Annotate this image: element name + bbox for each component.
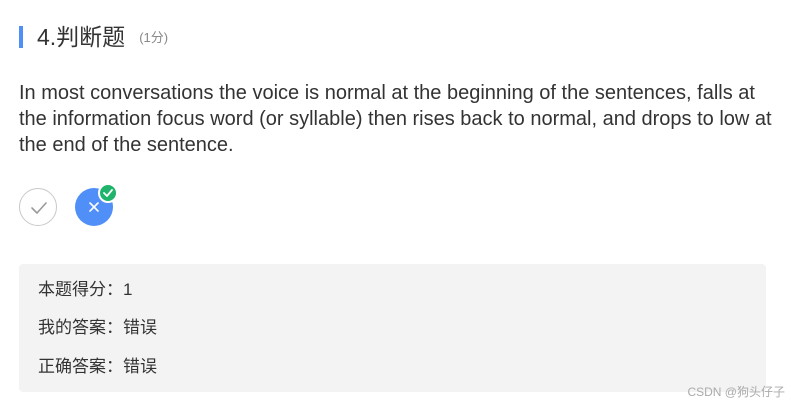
score-value: 1: [123, 280, 133, 299]
my-answer-label: 我的答案：: [38, 318, 123, 337]
check-icon: [31, 202, 47, 214]
selected-badge: [98, 183, 118, 203]
correct-answer-label: 正确答案：: [38, 357, 123, 376]
correct-answer-value: 错误: [123, 357, 157, 376]
result-panel: 本题得分：1 我的答案：错误 正确答案：错误: [19, 264, 766, 392]
question-header: 4.判断题 (1分): [19, 22, 168, 52]
score-label: 本题得分：: [38, 280, 123, 299]
accent-bar: [19, 26, 23, 48]
answer-options: [19, 183, 118, 226]
option-false-button[interactable]: [75, 183, 118, 226]
option-true-button[interactable]: [19, 188, 57, 226]
watermark: CSDN @狗头仔子: [687, 385, 785, 399]
question-title: 4.判断题: [37, 24, 126, 50]
my-answer-value: 错误: [123, 318, 157, 337]
correct-answer-row: 正确答案：错误: [38, 355, 157, 379]
question-score: (1分): [139, 30, 169, 45]
question-text: In most conversations the voice is norma…: [19, 82, 772, 156]
score-row: 本题得分：1: [38, 278, 132, 302]
selected-check-icon: [103, 189, 113, 197]
my-answer-row: 我的答案：错误: [38, 316, 157, 340]
